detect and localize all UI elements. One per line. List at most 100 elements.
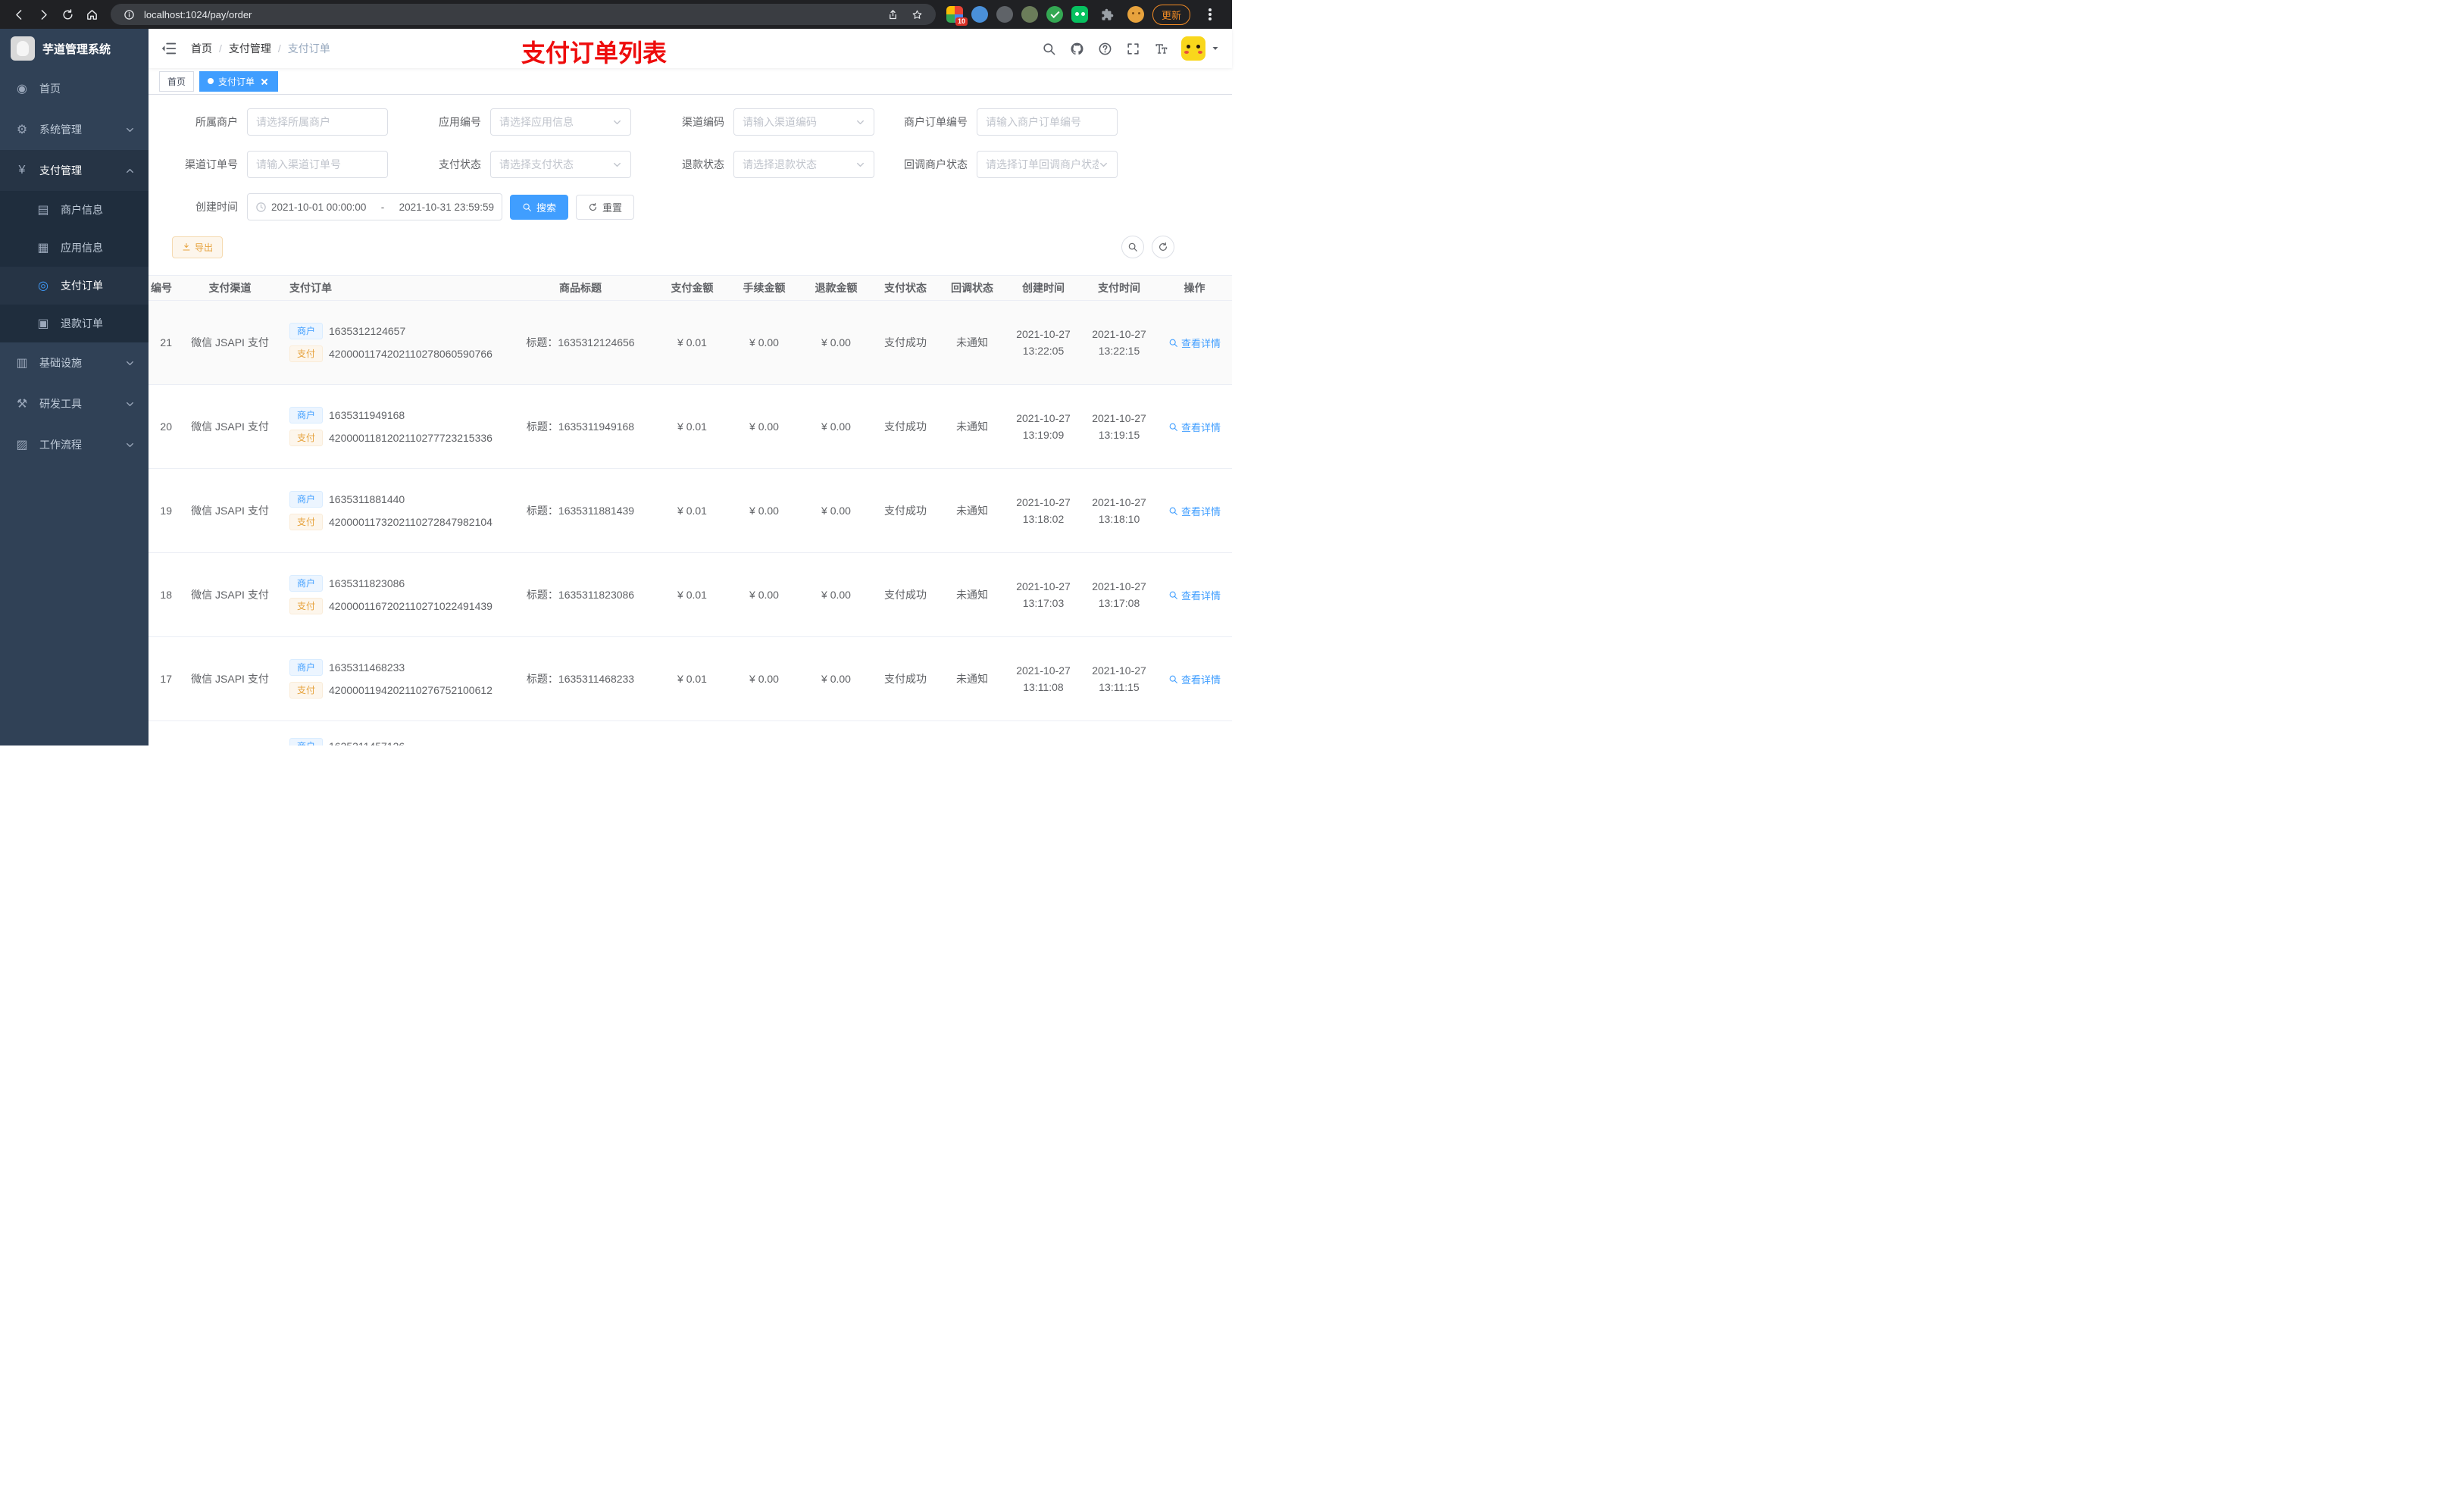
create-time-range-input[interactable]: 2021-10-01 00:00:00 - 2021-10-31 23:59:5… (247, 193, 502, 220)
view-detail-link[interactable]: 查看详情 (1168, 672, 1221, 686)
channel-order-filter-label: 渠道订单号 (185, 158, 238, 170)
sidebar-item-pay[interactable]: ¥ 支付管理 (0, 150, 149, 191)
view-detail-link[interactable]: 查看详情 (1168, 420, 1221, 434)
view-detail-link[interactable]: 查看详情 (1168, 336, 1221, 350)
notify-status-filter-select[interactable]: 请选择订单回调商户状态 (977, 151, 1118, 178)
browser-menu-icon[interactable] (1199, 3, 1221, 26)
channel-order-filter-input[interactable] (247, 151, 388, 178)
notify-status-filter-label: 回调商户状态 (904, 158, 968, 170)
share-icon[interactable] (884, 5, 902, 23)
extension-icon-olive[interactable] (1021, 6, 1038, 23)
merchant-order-filter-label: 商户订单编号 (904, 116, 968, 128)
merchant-tag: 商户 (289, 323, 324, 339)
cell-refund: ¥ 0.00 (821, 420, 851, 433)
profile-avatar-icon[interactable] (1127, 6, 1144, 23)
cell-title: 标题：1635311823086 (526, 589, 635, 601)
browser-home-button[interactable] (80, 3, 103, 26)
extension-icon-check[interactable] (1046, 6, 1063, 23)
table-row: 19 微信 JSAPI 支付 商户 1635311881440 支付 4200001… (149, 469, 1232, 553)
search-icon[interactable] (1041, 41, 1056, 56)
cell-create-time: 2021-10-27 13:22:05 (1016, 328, 1071, 357)
cell-id: 17 (160, 673, 172, 685)
channel-code-filter-select[interactable]: 请输入渠道编码 (733, 108, 874, 136)
tab-close-icon[interactable] (259, 76, 270, 86)
cell-title: 标题：1635311881439 (526, 505, 635, 517)
view-detail-link[interactable]: 查看详情 (1168, 588, 1221, 602)
search-button[interactable]: 搜索 (510, 194, 569, 220)
extensions-area: 10 更新 (943, 3, 1224, 26)
sidebar-item-home[interactable]: ◉ 首页 (0, 68, 149, 109)
cell-fee: ¥ 0.00 (749, 589, 779, 601)
sidebar-item-refund-order[interactable]: ▣ 退款订单 (0, 305, 149, 342)
browser-reload-button[interactable] (56, 3, 79, 26)
view-detail-link[interactable]: 查看详情 (1168, 504, 1221, 518)
sidebar-item-workflow[interactable]: ▨ 工作流程 (0, 424, 149, 465)
url-bar[interactable]: localhost:1024/pay/order (111, 4, 936, 25)
sidebar-item-app-info[interactable]: ▦ 应用信息 (0, 229, 149, 267)
sidebar-item-merchant-info[interactable]: ▤ 商户信息 (0, 191, 149, 229)
sidebar-item-devtools[interactable]: ⚒ 研发工具 (0, 383, 149, 424)
refresh-table-button[interactable] (1152, 236, 1174, 258)
clock-icon (255, 202, 267, 213)
browser-chrome: localhost:1024/pay/order 10 更新 (0, 0, 1232, 29)
merchant-filter-label: 所属商户 (195, 116, 238, 128)
merchant-order-filter-input[interactable] (977, 108, 1118, 136)
cell-create-time: 2021-10-27 13:17:03 (1016, 580, 1071, 609)
monitor-icon: ▥ (16, 357, 28, 370)
breadcrumb-parent[interactable]: 支付管理 (229, 41, 271, 56)
cell-refund: ¥ 0.00 (821, 336, 851, 349)
cell-amount: ¥ 0.01 (677, 589, 707, 601)
tools-icon: ⚒ (16, 398, 28, 411)
user-menu[interactable] (1181, 36, 1220, 61)
sidebar-item-pay-order[interactable]: ◎ 支付订单 (0, 267, 149, 305)
sidebar-toggle-icon[interactable] (161, 40, 177, 57)
extension-icon-gray[interactable] (996, 6, 1013, 23)
tab-active-dot (208, 78, 214, 84)
browser-forward-button[interactable] (32, 3, 55, 26)
cell-id: 21 (160, 336, 172, 349)
fullscreen-icon[interactable] (1125, 41, 1140, 56)
col-refund: 退款金额 (815, 282, 858, 294)
merchant-order-no: 1635311949168 (329, 409, 405, 421)
merchant-filter-input[interactable] (247, 108, 388, 136)
table-row: 17 微信 JSAPI 支付 商户 1635311468233 支付 4200001… (149, 637, 1232, 721)
pay-status-filter-select[interactable]: 请选择支付状态 (490, 151, 631, 178)
page-title-annotation: 支付订单列表 (521, 39, 668, 67)
pay-order-no: 4200001174202110278060590766 (329, 348, 492, 360)
site-info-icon[interactable] (120, 5, 138, 23)
browser-update-button[interactable]: 更新 (1152, 4, 1190, 25)
tab-home[interactable]: 首页 (159, 70, 195, 92)
merchant-tag: 商户 (289, 738, 324, 746)
pay-tag: 支付 (289, 345, 324, 362)
merchant-tag: 商户 (289, 407, 324, 424)
app-logo[interactable]: 芋道管理系统 (0, 29, 149, 68)
extensions-puzzle-icon[interactable] (1096, 3, 1119, 26)
reset-button[interactable]: 重置 (576, 194, 635, 220)
cell-title: 标题：1635311468233 (526, 673, 635, 685)
bookmark-star-icon[interactable] (908, 5, 927, 23)
chevron-down-icon (125, 125, 135, 135)
cell-actions: 查看详情 (1157, 588, 1232, 602)
refund-status-filter-select[interactable]: 请选择退款状态 (733, 151, 874, 178)
github-icon[interactable] (1069, 41, 1084, 56)
cell-pay-time: 2021-10-27 13:19:15 (1092, 412, 1146, 441)
tab-label: 首页 (167, 76, 186, 87)
tab-pay-order[interactable]: 支付订单 (199, 70, 279, 92)
pay-order-no: 4200001194202110276752100612 (329, 684, 492, 696)
app-filter-label: 应用编号 (439, 116, 481, 128)
app-filter-select[interactable]: 请选择应用信息 (490, 108, 631, 136)
chevron-down-icon (125, 358, 135, 368)
table-row: 18 微信 JSAPI 支付 商户 1635311823086 支付 4200001… (149, 553, 1232, 637)
help-icon[interactable] (1097, 41, 1112, 56)
export-button[interactable]: 导出 (172, 236, 224, 258)
toggle-search-button[interactable] (1121, 236, 1144, 258)
extension-icon-apps[interactable]: 10 (946, 6, 968, 26)
sidebar-item-infra[interactable]: ▥ 基础设施 (0, 342, 149, 383)
font-size-icon[interactable] (1153, 41, 1168, 56)
cell-actions: 查看详情 (1157, 420, 1232, 434)
browser-back-button[interactable] (8, 3, 30, 26)
breadcrumb-home[interactable]: 首页 (191, 41, 212, 56)
sidebar-item-system[interactable]: ⚙ 系统管理 (0, 109, 149, 150)
extension-icon-chat[interactable] (1071, 6, 1088, 23)
extension-icon-blue[interactable] (971, 6, 988, 23)
